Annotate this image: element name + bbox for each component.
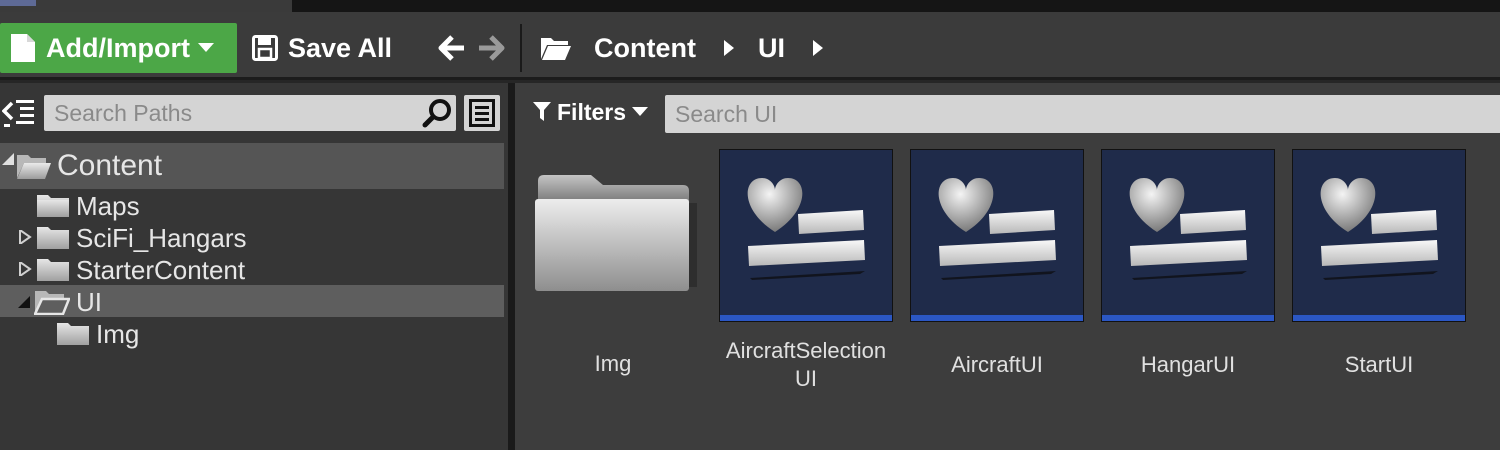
tree-item-content[interactable]: Content bbox=[0, 143, 504, 189]
tab-icon bbox=[0, 0, 36, 6]
expanded-arrow-icon[interactable] bbox=[18, 294, 32, 308]
toolbar: Add/Import Save All Content UI bbox=[0, 12, 1500, 80]
tree-item-label: SciFi_Hangars bbox=[76, 223, 247, 253]
asset-view: Filters Img bbox=[515, 83, 1500, 450]
asset-tile-aircraftselectionui[interactable]: AircraftSelection UI bbox=[719, 149, 893, 391]
tab-stub[interactable] bbox=[0, 0, 292, 12]
asset-tile-label: AircraftUI bbox=[951, 352, 1043, 377]
filters-label: Filters bbox=[557, 98, 627, 125]
chevron-down-icon bbox=[197, 43, 214, 52]
asset-type-bar bbox=[1102, 315, 1274, 321]
asset-thumbnail bbox=[1292, 149, 1466, 322]
folder-icon bbox=[37, 195, 69, 217]
breadcrumb-ui[interactable]: UI bbox=[758, 33, 785, 64]
asset-tile-hangarui[interactable]: HangarUI bbox=[1101, 149, 1275, 377]
asset-type-bar bbox=[1293, 315, 1465, 321]
breadcrumb-content[interactable]: Content bbox=[594, 33, 696, 64]
tree-item-maps[interactable]: Maps bbox=[0, 189, 504, 221]
forward-arrow-icon[interactable] bbox=[477, 34, 505, 62]
search-assets-field[interactable] bbox=[665, 95, 1500, 133]
asset-tile-label: StartUI bbox=[1344, 352, 1414, 377]
tree-toggle-icon[interactable] bbox=[2, 97, 36, 129]
folder-open-icon bbox=[34, 291, 70, 315]
tree-item-ui[interactable]: UI bbox=[0, 285, 504, 317]
tree-item-starter-content[interactable]: StarterContent bbox=[0, 253, 504, 285]
widget-blueprint-icon bbox=[1129, 178, 1247, 280]
save-all-button[interactable]: Save All bbox=[252, 30, 392, 66]
toolbar-separator bbox=[520, 24, 522, 72]
expanded-arrow-icon[interactable] bbox=[2, 151, 16, 165]
search-paths-field[interactable] bbox=[44, 95, 456, 131]
breadcrumb: Content UI bbox=[540, 30, 847, 66]
search-paths-input[interactable] bbox=[44, 95, 414, 131]
widget-blueprint-icon bbox=[1320, 178, 1438, 280]
chevron-down-icon bbox=[632, 107, 649, 116]
tree-item-label: Img bbox=[96, 319, 140, 349]
chevron-right-icon[interactable] bbox=[723, 40, 734, 56]
search-assets-input[interactable] bbox=[665, 95, 1500, 133]
widget-blueprint-icon bbox=[938, 178, 1056, 280]
folder-icon bbox=[535, 175, 697, 291]
folder-open-icon bbox=[17, 155, 51, 179]
asset-tile-label: HangarUI bbox=[1140, 352, 1236, 377]
asset-type-bar bbox=[720, 315, 892, 321]
collapsed-arrow-icon[interactable] bbox=[18, 230, 32, 244]
tree-item-label: Content bbox=[57, 149, 163, 182]
add-import-label: Add/Import bbox=[46, 32, 190, 63]
tree-item-scifi-hangars[interactable]: SciFi_Hangars bbox=[0, 221, 504, 253]
folder-icon bbox=[37, 227, 69, 249]
asset-thumbnail bbox=[910, 149, 1084, 322]
asset-type-bar bbox=[911, 315, 1083, 321]
tree-item-label: StarterContent bbox=[76, 255, 246, 285]
chevron-right-icon[interactable] bbox=[812, 40, 823, 56]
asset-tile-label-line2: UI bbox=[795, 366, 817, 391]
sources-panel: Content Maps SciFi_Hangars Starte bbox=[0, 83, 508, 450]
save-all-label: Save All bbox=[288, 32, 393, 63]
folder-icon bbox=[57, 323, 89, 345]
asset-tile-startui[interactable]: StartUI bbox=[1292, 149, 1466, 377]
asset-tile-label: AircraftSelection UI bbox=[699, 337, 913, 393]
new-document-icon bbox=[11, 34, 35, 62]
filter-icon bbox=[533, 102, 551, 121]
save-icon bbox=[252, 35, 278, 61]
view-options-icon bbox=[469, 99, 495, 127]
tree-item-label: Maps bbox=[76, 191, 140, 221]
search-icon[interactable] bbox=[422, 97, 454, 129]
widget-blueprint-icon bbox=[747, 178, 865, 280]
panel-splitter[interactable] bbox=[508, 83, 515, 450]
asset-tile-aircraftui[interactable]: AircraftUI bbox=[910, 149, 1084, 377]
folder-icon bbox=[37, 259, 69, 281]
asset-tile-label-line1: AircraftSelection bbox=[725, 338, 887, 363]
asset-thumbnail bbox=[1101, 149, 1275, 322]
collapsed-arrow-icon[interactable] bbox=[18, 262, 32, 276]
add-import-button[interactable]: Add/Import bbox=[0, 23, 237, 73]
asset-tile-label: Img bbox=[594, 351, 632, 376]
tree-item-label: UI bbox=[76, 287, 102, 317]
back-arrow-icon[interactable] bbox=[438, 34, 466, 62]
tree-item-img[interactable]: Img bbox=[0, 317, 504, 349]
folder-tree: Content Maps SciFi_Hangars StarterConten… bbox=[0, 143, 504, 349]
title-strip bbox=[0, 0, 1500, 12]
folder-open-icon[interactable] bbox=[540, 35, 572, 61]
view-options-button[interactable] bbox=[464, 95, 500, 131]
filters-button[interactable]: Filters bbox=[533, 97, 649, 127]
asset-thumbnail bbox=[719, 149, 893, 322]
